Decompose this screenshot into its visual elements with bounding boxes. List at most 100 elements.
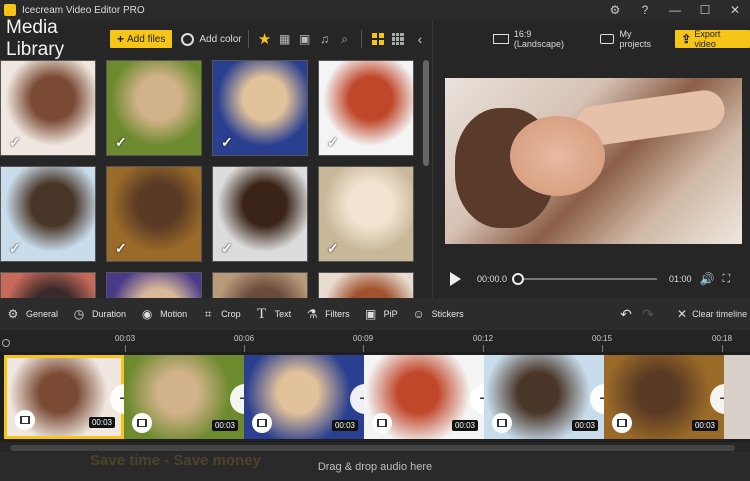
tool-stickers[interactable]: ☺ Stickers <box>412 307 463 321</box>
timeline-clip[interactable]: 00:03 <box>4 355 124 439</box>
media-thumbnail[interactable]: ✓ <box>0 60 96 156</box>
clock-icon: ◷ <box>73 307 85 321</box>
preview-figure-face <box>510 116 605 196</box>
media-grid: ✓ ✓ ✓ ✓ ✓ ✓ ✓ ✓ <box>0 58 432 298</box>
clip-duration: 00:03 <box>571 420 598 431</box>
timeline-track[interactable]: 00:03+00:03+00:03+00:03+00:03+00:03+ <box>0 352 750 442</box>
all-star-icon[interactable]: ★ <box>255 29 275 49</box>
volume-icon[interactable]: 🔊 <box>700 272 715 286</box>
film-icon[interactable] <box>492 413 512 433</box>
tool-crop[interactable]: ⌗ Crop <box>201 307 241 321</box>
gear-icon[interactable]: ⚙ <box>600 0 630 20</box>
large-grid-icon[interactable] <box>368 29 388 49</box>
check-icon: ✓ <box>9 240 21 256</box>
timeline-ruler[interactable]: 00:03 00:06 00:09 00:12 00:15 00:18 <box>0 330 750 352</box>
check-icon: ✓ <box>221 134 233 150</box>
undo-redo: ↶ ↷ <box>615 298 659 330</box>
media-thumbnail[interactable]: ✓ <box>212 60 308 156</box>
clip-duration: 00:03 <box>88 417 115 428</box>
thumbnail-image <box>1 273 95 298</box>
playhead[interactable] <box>2 339 10 347</box>
add-color-button[interactable]: Add color <box>181 32 242 46</box>
my-projects-button[interactable]: My projects <box>599 29 666 49</box>
watermark: Save time - Save money <box>90 452 261 469</box>
minimize-icon[interactable]: — <box>660 0 690 20</box>
crop-icon: ⌗ <box>204 306 212 321</box>
close-icon[interactable]: ✕ <box>720 0 750 20</box>
tick-label: 00:09 <box>353 334 374 343</box>
timeline-clip[interactable]: 00:03 <box>484 355 604 439</box>
tool-motion[interactable]: ◉ Motion <box>140 307 187 321</box>
tick-label: 00:15 <box>592 334 613 343</box>
gear-icon: ⚙ <box>7 307 19 321</box>
timeline-scrollbar[interactable] <box>10 445 735 451</box>
undo-icon[interactable]: ↶ <box>615 306 637 323</box>
media-thumbnail[interactable]: ✓ <box>0 166 96 262</box>
media-thumbnail[interactable]: ✓ <box>318 60 414 156</box>
plus-icon: + <box>117 32 125 46</box>
title-bar: Icecream Video Editor PRO ⚙ ? — ☐ ✕ <box>0 0 750 20</box>
help-icon[interactable]: ? <box>630 0 660 20</box>
audio-icon[interactable]: ♫ <box>315 29 335 49</box>
tool-pip[interactable]: ▣ PiP <box>364 307 398 321</box>
tool-filters[interactable]: ⚗ Filters <box>305 307 350 321</box>
motion-icon: ◉ <box>141 307 153 321</box>
tool-label: Crop <box>221 309 241 319</box>
timeline-clip[interactable]: 00:03 <box>604 355 724 439</box>
tool-duration[interactable]: ◷ Duration <box>72 307 126 321</box>
film-icon[interactable] <box>372 413 392 433</box>
chevron-left-icon[interactable]: ‹ <box>418 31 423 47</box>
export-video-label: Export video <box>694 29 721 49</box>
add-color-label: Add color <box>199 33 242 45</box>
clear-timeline-button[interactable]: ✕ Clear timeline <box>677 298 747 330</box>
media-scrollbar[interactable] <box>423 60 429 166</box>
thumbnail-image <box>213 273 307 298</box>
text-icon: T <box>257 305 267 322</box>
check-icon: ✓ <box>9 134 21 150</box>
panel-divider <box>432 20 433 298</box>
export-video-button[interactable]: ⇪ Export video <box>675 29 750 49</box>
tool-text[interactable]: T Text <box>255 305 292 322</box>
total-time: 01:00 <box>669 274 692 284</box>
timeline-clip[interactable]: 00:03 <box>364 355 484 439</box>
small-grid-icon[interactable] <box>388 29 408 49</box>
video-icon[interactable]: ▦ <box>275 29 295 49</box>
tick-label: 00:03 <box>115 334 136 343</box>
clear-timeline-label: Clear timeline <box>692 309 748 319</box>
tool-general[interactable]: ⚙ General <box>6 307 58 321</box>
media-thumbnail[interactable]: ✓ <box>106 166 202 262</box>
seek-bar[interactable] <box>512 273 657 285</box>
timeline-clip[interactable]: 00:03 <box>124 355 244 439</box>
check-icon: ✓ <box>115 134 127 150</box>
search-icon[interactable]: ⌕ <box>335 29 355 49</box>
media-thumbnail[interactable] <box>0 272 96 298</box>
timeline-clip[interactable]: 00:03 <box>244 355 364 439</box>
media-thumbnail[interactable]: ✓ <box>318 166 414 262</box>
film-icon[interactable] <box>612 413 632 433</box>
media-thumbnail[interactable] <box>212 272 308 298</box>
video-preview[interactable] <box>445 78 742 244</box>
film-icon[interactable] <box>132 413 152 433</box>
timeline-clip-partial[interactable] <box>724 355 750 439</box>
redo-icon[interactable]: ↷ <box>637 306 659 323</box>
tick-line <box>244 345 245 352</box>
media-thumbnail[interactable] <box>106 272 202 298</box>
divider <box>247 30 249 48</box>
film-icon[interactable] <box>15 410 35 430</box>
play-icon[interactable] <box>450 272 461 286</box>
pip-icon: ▣ <box>364 307 377 321</box>
media-thumbnail[interactable]: ✓ <box>212 166 308 262</box>
media-thumbnail[interactable]: ✓ <box>106 60 202 156</box>
tick-line <box>483 345 484 352</box>
camera-icon <box>599 34 614 44</box>
film-icon[interactable] <box>252 413 272 433</box>
my-projects-label: My projects <box>619 29 652 49</box>
fullscreen-icon[interactable]: ⛶ <box>722 273 730 286</box>
seek-knob[interactable] <box>512 273 524 285</box>
maximize-icon[interactable]: ☐ <box>690 0 720 20</box>
add-files-button[interactable]: + Add files <box>110 30 173 48</box>
image-icon[interactable]: ▣ <box>295 29 315 49</box>
aspect-ratio-button[interactable]: 16:9 (Landscape) <box>493 29 584 49</box>
tool-label: Text <box>274 309 292 319</box>
media-thumbnail[interactable] <box>318 272 414 298</box>
